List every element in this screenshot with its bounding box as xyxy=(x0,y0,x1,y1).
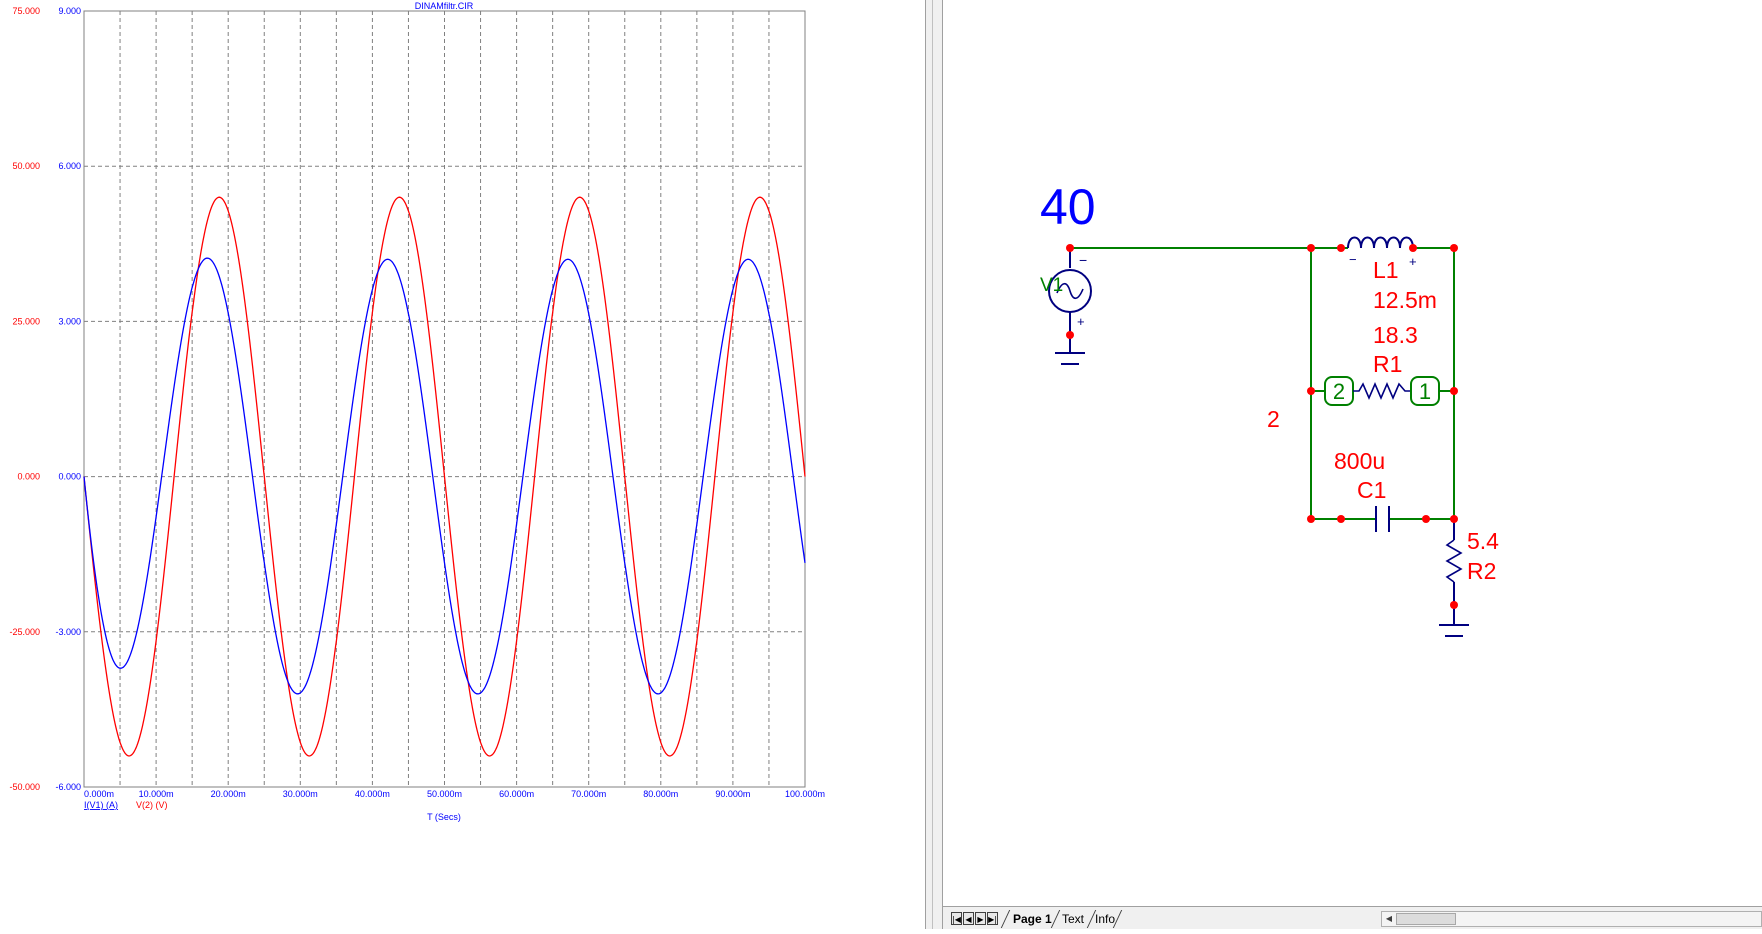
plot-pane[interactable]: 75.000 9.000 50.000 6.000 25.000 3.000 0.000 0.… xyxy=(0,0,925,929)
inductor-icon xyxy=(1347,236,1414,249)
scroll-thumb[interactable] xyxy=(1396,913,1456,925)
schematic-canvas[interactable]: V1 − + 40 − + L1 12.5m 18.3 R1 2 1 2 800… xyxy=(943,0,1762,906)
r1-pin-2: 2 xyxy=(1333,379,1345,404)
v1-label: V1 xyxy=(1040,275,1063,296)
r1-label: R1 xyxy=(1373,351,1402,377)
prev-page-icon[interactable]: ◀ xyxy=(963,912,974,925)
tab-page-1[interactable]: Page 1 xyxy=(1013,910,1052,928)
tab-text[interactable]: Text xyxy=(1062,910,1084,928)
x-axis-tick: 40.000m xyxy=(355,789,390,799)
next-page-icon[interactable]: ▶ xyxy=(975,912,986,925)
resistor-r2[interactable] xyxy=(1439,519,1469,637)
left-axis-tick: 75.000 xyxy=(12,6,40,16)
legend-current[interactable]: I(V1) (A) xyxy=(84,800,118,810)
resistor-icon xyxy=(1445,539,1463,583)
c1-label: C1 xyxy=(1357,477,1386,503)
l1-value[interactable]: 12.5m xyxy=(1373,287,1437,313)
left-axis-tick: -25.000 xyxy=(9,627,40,637)
capacitor-c1[interactable] xyxy=(1375,506,1390,532)
waveform-plot[interactable]: 75.000 9.000 50.000 6.000 25.000 3.000 0.000 0.… xyxy=(0,0,925,929)
right-axis-tick: 6.000 xyxy=(58,161,81,171)
x-axis-tick: 80.000m xyxy=(643,789,678,799)
c1-value[interactable]: 800u xyxy=(1334,448,1385,474)
x-axis-tick: 90.000m xyxy=(715,789,750,799)
l1-plus: + xyxy=(1409,254,1417,269)
r1-value[interactable]: 18.3 xyxy=(1373,322,1418,348)
x-axis-tick: 60.000m xyxy=(499,789,534,799)
x-axis-tick: 0.000m xyxy=(84,789,114,799)
frequency-value[interactable]: 40 xyxy=(1040,179,1096,235)
resistor-r1[interactable]: 2 1 xyxy=(1324,376,1440,406)
right-axis-tick: 9.000 xyxy=(58,6,81,16)
horizontal-scrollbar[interactable]: ◀ xyxy=(1381,911,1762,927)
left-axis-tick: -50.000 xyxy=(9,782,40,792)
x-axis-tick: 70.000m xyxy=(571,789,606,799)
x-axis-label: T (Secs) xyxy=(427,812,461,822)
resistor-icon xyxy=(1353,381,1411,401)
plot-title: DINAMfiltr.CIR xyxy=(415,1,474,11)
right-axis-tick: -3.000 xyxy=(55,627,81,637)
tab-info[interactable]: Info xyxy=(1095,910,1115,928)
node-label[interactable]: 2 xyxy=(1267,406,1280,432)
left-axis-tick: 25.000 xyxy=(12,316,40,326)
left-axis-tick: 0.000 xyxy=(17,472,40,482)
pane-splitter[interactable] xyxy=(925,0,943,929)
x-axis-tick: 50.000m xyxy=(427,789,462,799)
x-axis-tick: 30.000m xyxy=(283,789,318,799)
r2-label: R2 xyxy=(1467,558,1496,584)
v1-minus: − xyxy=(1079,252,1087,268)
l1-minus: − xyxy=(1349,252,1357,267)
right-axis-tick: -6.000 xyxy=(55,782,81,792)
r2-value[interactable]: 5.4 xyxy=(1467,528,1499,554)
legend-voltage[interactable]: V(2) (V) xyxy=(136,800,168,810)
x-axis-tick: 10.000m xyxy=(139,789,174,799)
l1-label: L1 xyxy=(1373,257,1399,283)
right-axis-tick: 3.000 xyxy=(58,316,81,326)
last-page-icon[interactable]: ▶| xyxy=(987,912,998,925)
inductor-l1[interactable] xyxy=(1347,236,1414,249)
x-axis-tick: 20.000m xyxy=(211,789,246,799)
scroll-left-icon[interactable]: ◀ xyxy=(1383,913,1395,925)
x-axis-tick: 100.000m xyxy=(785,789,825,799)
schematic-pane[interactable]: V1 − + 40 − + L1 12.5m 18.3 R1 2 1 2 800… xyxy=(943,0,1762,929)
left-axis-tick: 50.000 xyxy=(12,161,40,171)
right-axis-tick: 0.000 xyxy=(58,472,81,482)
page-tab-bar: |◀ ◀ ▶ ▶| Page 1 Text Info ◀ xyxy=(943,906,1762,929)
r1-pin-1: 1 xyxy=(1419,379,1431,404)
first-page-icon[interactable]: |◀ xyxy=(951,912,962,925)
v1-plus: + xyxy=(1077,314,1085,329)
